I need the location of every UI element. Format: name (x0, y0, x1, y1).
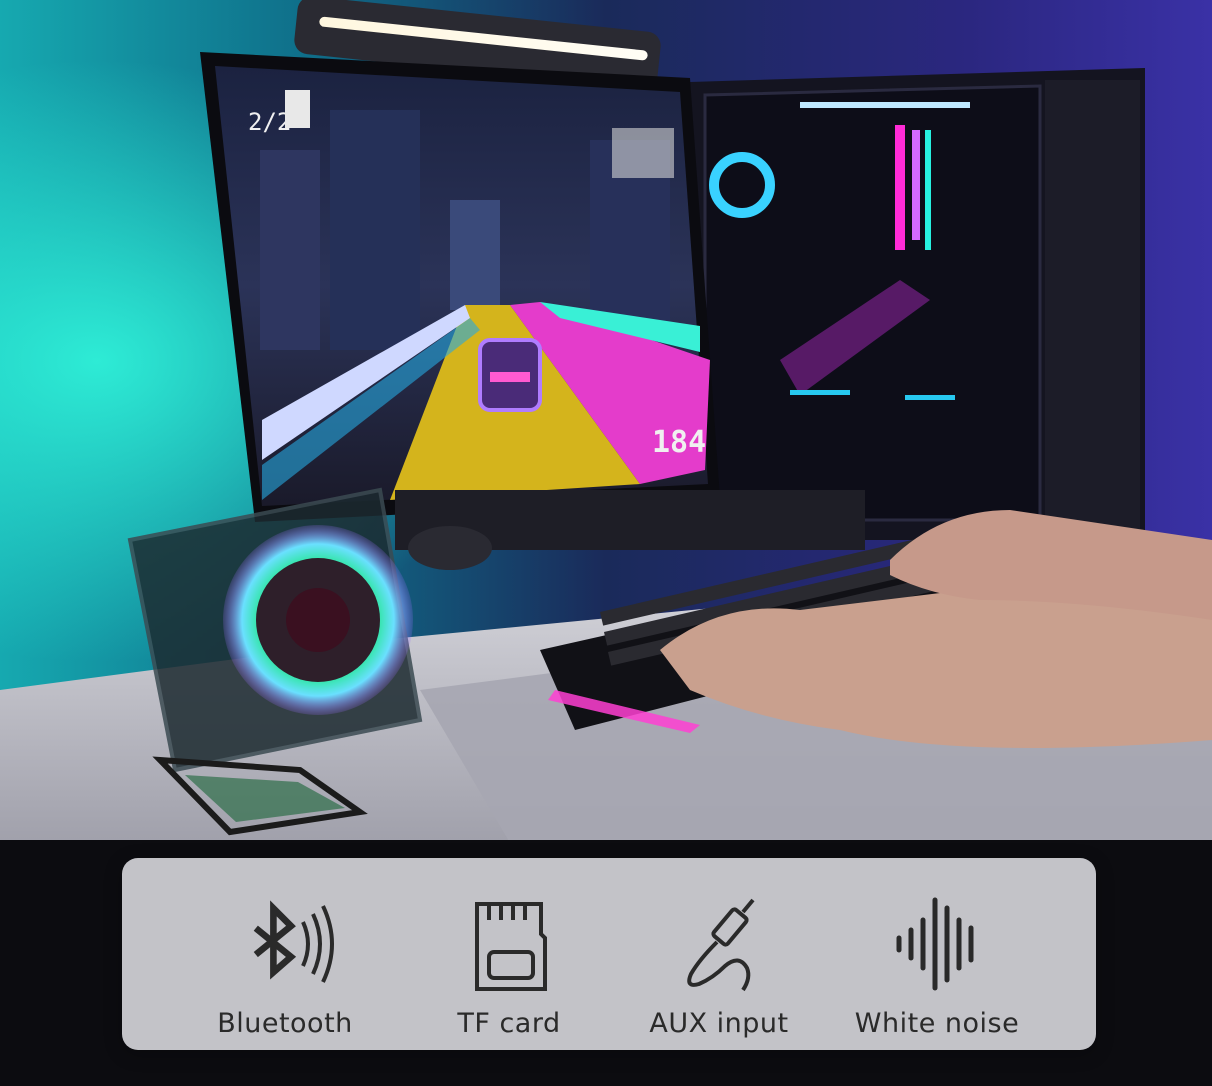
monitor: 2/2 184 (200, 52, 720, 522)
sound-wave-icon (896, 897, 974, 991)
feature-aux-input: AUX input (604, 858, 834, 1050)
feature-label: Bluetooth (217, 1008, 353, 1039)
feature-label: AUX input (649, 1008, 789, 1039)
feature-label: TF card (457, 1008, 561, 1039)
pc-case (690, 68, 1145, 540)
aux-cable-icon (687, 898, 755, 992)
feature-white-noise: White noise (822, 858, 1052, 1050)
feature-label: White noise (854, 1008, 1020, 1039)
feature-bluetooth: Bluetooth (170, 858, 400, 1050)
speed-readout: 184 (652, 425, 706, 460)
feature-tf-card: TF card (394, 858, 624, 1050)
bluetooth-icon (253, 900, 334, 983)
tf-card-icon (475, 902, 547, 991)
feature-panel: Bluetooth TF card AUX input White noise (122, 858, 1096, 1050)
lap-counter: 2/2 (248, 108, 291, 136)
